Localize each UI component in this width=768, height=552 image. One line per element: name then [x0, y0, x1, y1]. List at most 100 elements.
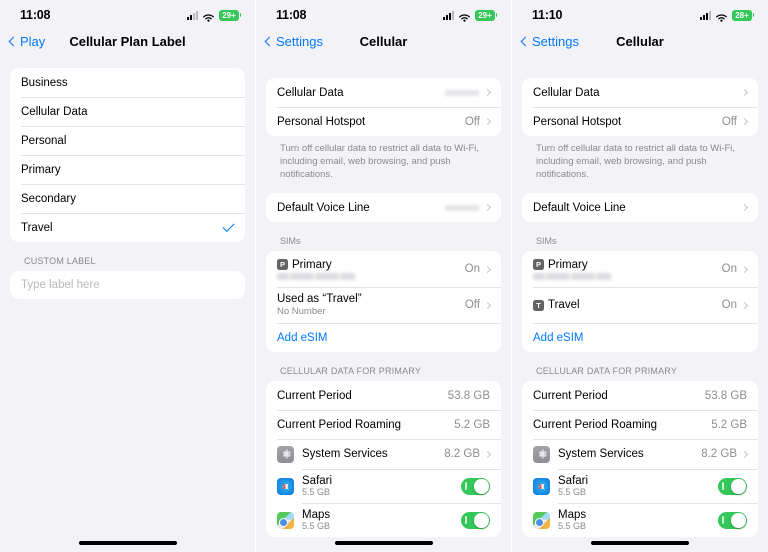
- nav-bar: Play Cellular Plan Label: [0, 26, 255, 56]
- app-usage-row: System Services 8.2 GB: [266, 439, 501, 470]
- usage-row: Current Period Roaming 5.2 GB: [266, 410, 501, 440]
- app-usage-row[interactable]: Safari 5.5 GB: [522, 469, 758, 504]
- sim-title-line: P Primary: [533, 259, 722, 271]
- app-toggle[interactable]: [718, 477, 747, 495]
- custom-label-input[interactable]: Type label here: [21, 279, 234, 291]
- cellular-signal-icon: [187, 10, 198, 20]
- app-usage-row[interactable]: Maps 5.5 GB: [266, 503, 501, 538]
- sim-row[interactable]: Used as “Travel” No Number Off: [266, 287, 501, 324]
- row-personal-hotspot[interactable]: Personal Hotspot Off: [266, 107, 501, 136]
- sim-row[interactable]: P Primary On: [522, 251, 758, 288]
- row-default-voice-line[interactable]: Default Voice Line: [522, 193, 758, 223]
- sim-row[interactable]: T Travel On: [522, 287, 758, 324]
- blurred-value: [445, 204, 479, 211]
- row-label: Primary: [21, 163, 61, 176]
- voice-line-group: Default Voice Line: [266, 193, 501, 223]
- sims-header: SIMs: [536, 236, 557, 247]
- chevron-right-icon: [740, 117, 749, 126]
- status-indicators: 29+: [187, 9, 241, 22]
- home-indicator: [334, 541, 433, 545]
- status-time: 11:08: [20, 8, 51, 22]
- sim-phone-number-blurred: [533, 272, 611, 280]
- sim-badge-p: P: [533, 259, 544, 271]
- app-main: Maps 5.5 GB: [558, 509, 718, 531]
- chevron-left-icon: [520, 36, 531, 46]
- row-default-voice-line[interactable]: Default Voice Line: [266, 193, 501, 223]
- app-main: Maps 5.5 GB: [302, 509, 461, 531]
- phone-screenshot-strip: 11:08 29+ Play Cellular Plan Label Business C…: [0, 0, 768, 552]
- row-label: Personal Hotspot: [277, 115, 366, 128]
- plan-label-options-group: Business Cellular Data Personal Primary Seco…: [10, 68, 245, 242]
- sim-main: T Travel: [533, 299, 722, 311]
- app-usage-row[interactable]: Maps 5.5 GB: [522, 503, 758, 538]
- status-bar: 11:08 29+: [0, 0, 255, 26]
- status-time: 11:10: [532, 8, 563, 22]
- plan-label-option[interactable]: Personal: [10, 126, 245, 155]
- app-name: Maps: [558, 509, 587, 522]
- chevron-left-icon: [264, 36, 275, 46]
- row-label: Cellular Data: [21, 105, 88, 118]
- app-toggle[interactable]: [461, 511, 490, 529]
- cellular-data-footnote: Turn off cellular data to restrict all d…: [280, 143, 480, 180]
- sim-phone-number-blurred: [277, 272, 355, 280]
- row-value: 53.8 GB: [447, 389, 490, 402]
- plan-label-option[interactable]: Business: [10, 68, 245, 97]
- chevron-right-icon: [740, 265, 749, 273]
- add-esim-row[interactable]: Add eSIM: [522, 323, 758, 353]
- screen-content: Cellular Data Personal Hotspot Off Turn off…: [256, 56, 511, 538]
- battery-indicator: 28+: [732, 9, 754, 21]
- app-main: System Services: [302, 448, 444, 460]
- cellular-data-group: Cellular Data Personal Hotspot Off: [266, 78, 501, 136]
- plan-label-option[interactable]: Primary: [10, 155, 245, 184]
- status-bar: 11:08 29+: [256, 0, 511, 26]
- sim-row[interactable]: P Primary On: [266, 251, 501, 288]
- checkmark-icon: [222, 219, 235, 233]
- app-toggle[interactable]: [718, 511, 747, 529]
- custom-label-field-group: Type label here: [10, 271, 245, 299]
- row-cellular-data[interactable]: Cellular Data: [522, 78, 758, 107]
- chevron-right-icon: [483, 450, 492, 458]
- custom-label-header: CUSTOM LABEL: [24, 256, 96, 266]
- app-usage-value: 8.2 GB: [444, 448, 480, 461]
- back-button[interactable]: Play: [8, 34, 45, 49]
- chevron-right-icon: [483, 117, 492, 126]
- cellular-data-for-primary-header: CELLULAR DATA FOR PRIMARY: [536, 366, 678, 377]
- app-main: Safari 5.5 GB: [302, 475, 461, 497]
- sim-name: Used as “Travel”: [277, 293, 362, 306]
- sims-group: P Primary On Used as “Travel” No Number Off Ad…: [266, 251, 501, 353]
- sim-main: P Primary: [277, 259, 465, 280]
- back-button[interactable]: Settings: [520, 34, 579, 49]
- app-usage-row: System Services 8.2 GB: [522, 439, 758, 470]
- gear-icon: [533, 445, 550, 463]
- chevron-right-icon: [483, 301, 492, 309]
- row-personal-hotspot[interactable]: Personal Hotspot Off: [522, 107, 758, 136]
- row-label: Business: [21, 76, 68, 89]
- phone-screen-cellular-plan-label: 11:08 29+ Play Cellular Plan Label Business C…: [0, 0, 256, 552]
- cellular-data-group: Cellular Data Personal Hotspot Off: [522, 78, 758, 136]
- nav-bar: Settings Cellular: [512, 26, 768, 56]
- chevron-left-icon: [8, 36, 19, 46]
- safari-icon: [277, 477, 294, 495]
- safari-icon: [533, 477, 550, 495]
- sim-subtitle: No Number: [277, 306, 326, 318]
- chevron-right-icon: [740, 88, 749, 97]
- sim-name: Primary: [548, 258, 588, 271]
- plan-label-option[interactable]: Secondary: [10, 184, 245, 213]
- add-esim-label: Add eSIM: [533, 331, 584, 344]
- wifi-icon: [715, 10, 728, 22]
- usage-row: Current Period Roaming 5.2 GB: [522, 410, 758, 440]
- status-indicators: 28+: [700, 9, 754, 22]
- app-toggle[interactable]: [461, 477, 490, 495]
- row-value: 53.8 GB: [704, 389, 747, 402]
- row-label: Current Period Roaming: [533, 418, 658, 431]
- row-value: 5.2 GB: [454, 418, 490, 431]
- sims-header: SIMs: [280, 236, 301, 247]
- back-button[interactable]: Settings: [264, 34, 323, 49]
- plan-label-option[interactable]: Cellular Data: [10, 97, 245, 126]
- row-cellular-data[interactable]: Cellular Data: [266, 78, 501, 107]
- plan-label-option[interactable]: Travel: [10, 213, 245, 242]
- add-esim-row[interactable]: Add eSIM: [266, 323, 501, 353]
- app-usage-row[interactable]: Safari 5.5 GB: [266, 469, 501, 504]
- status-indicators: 29+: [443, 9, 497, 22]
- phone-screen-cellular-settings-travel-off: 11:08 29+ Settings Cellular Cellular Data Per…: [256, 0, 512, 552]
